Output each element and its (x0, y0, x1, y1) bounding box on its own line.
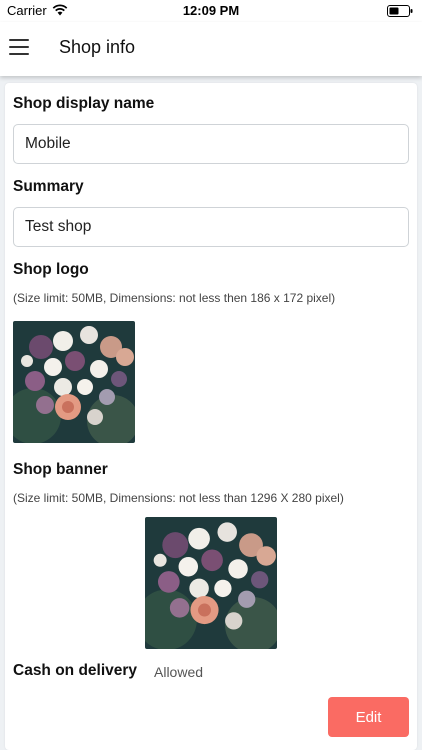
display-name-field[interactable] (13, 124, 409, 164)
summary-label: Summary (13, 178, 84, 195)
status-bar: Carrier 12:09 PM (0, 0, 422, 22)
cash-on-delivery-value: Allowed (154, 664, 204, 680)
hamburger-menu-icon[interactable] (9, 39, 29, 55)
page-title: Shop info (59, 37, 136, 57)
status-time: 12:09 PM (182, 3, 240, 18)
flower-bouquet-photo (13, 321, 135, 443)
flower-bouquet-photo (145, 517, 277, 649)
edit-button[interactable]: Edit (328, 697, 409, 737)
display-name-label: Shop display name (13, 95, 155, 112)
shop-logo-image[interactable] (13, 321, 135, 443)
battery-icon (387, 5, 413, 17)
navigation-bar: Shop info (0, 22, 422, 76)
cash-on-delivery-label: Cash on delivery (13, 662, 138, 679)
shop-banner-hint: (Size limit: 50MB, Dimensions: not less … (13, 491, 344, 505)
shop-banner-image[interactable] (145, 517, 277, 649)
summary-field[interactable] (13, 207, 409, 247)
shop-logo-hint: (Size limit: 50MB, Dimensions: not less … (13, 291, 336, 305)
shop-logo-label: Shop logo (13, 261, 89, 278)
shop-banner-label: Shop banner (13, 461, 108, 478)
